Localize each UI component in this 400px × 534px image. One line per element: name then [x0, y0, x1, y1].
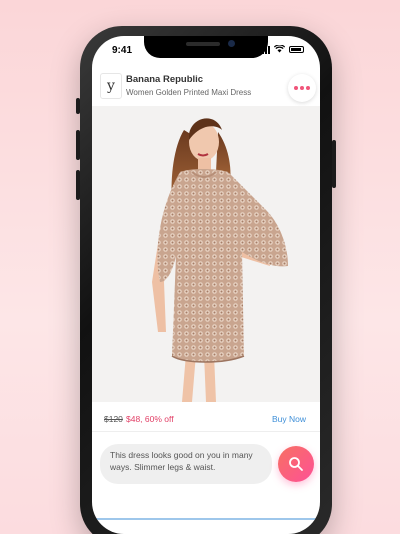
buy-now-link[interactable]: Buy Now [272, 414, 306, 424]
original-price: $120 [104, 414, 123, 424]
more-options-button[interactable] [288, 74, 316, 102]
product-header: y Banana Republic Women Golden Printed M… [92, 70, 320, 104]
status-time: 9:41 [112, 45, 133, 56]
product-image[interactable] [92, 106, 320, 402]
model-illustration [92, 106, 320, 402]
wifi-icon [273, 44, 286, 54]
search-icon [289, 457, 303, 471]
volume-down-button [76, 170, 80, 200]
phone-screen: 9:41 y Banana Republic Women Golden Prin… [92, 36, 320, 534]
brand-logo[interactable]: y [100, 73, 122, 99]
mute-switch [76, 98, 80, 114]
phone-notch [144, 36, 268, 58]
battery-icon [289, 46, 304, 53]
bottom-strip [92, 518, 320, 520]
price-bar: $120 $48, 60% off Buy Now [92, 406, 320, 432]
volume-up-button [76, 130, 80, 160]
product-title: Women Golden Printed Maxi Dress [126, 88, 252, 97]
power-button [332, 140, 336, 188]
chat-message: This dress looks good on you in many way… [100, 444, 272, 484]
front-camera [228, 40, 235, 47]
brand-name[interactable]: Banana Republic [126, 74, 203, 85]
sale-price: $48, 60% off [126, 414, 174, 424]
search-button[interactable] [278, 446, 314, 482]
speaker-grille [186, 42, 220, 46]
more-dots-icon [294, 86, 298, 90]
